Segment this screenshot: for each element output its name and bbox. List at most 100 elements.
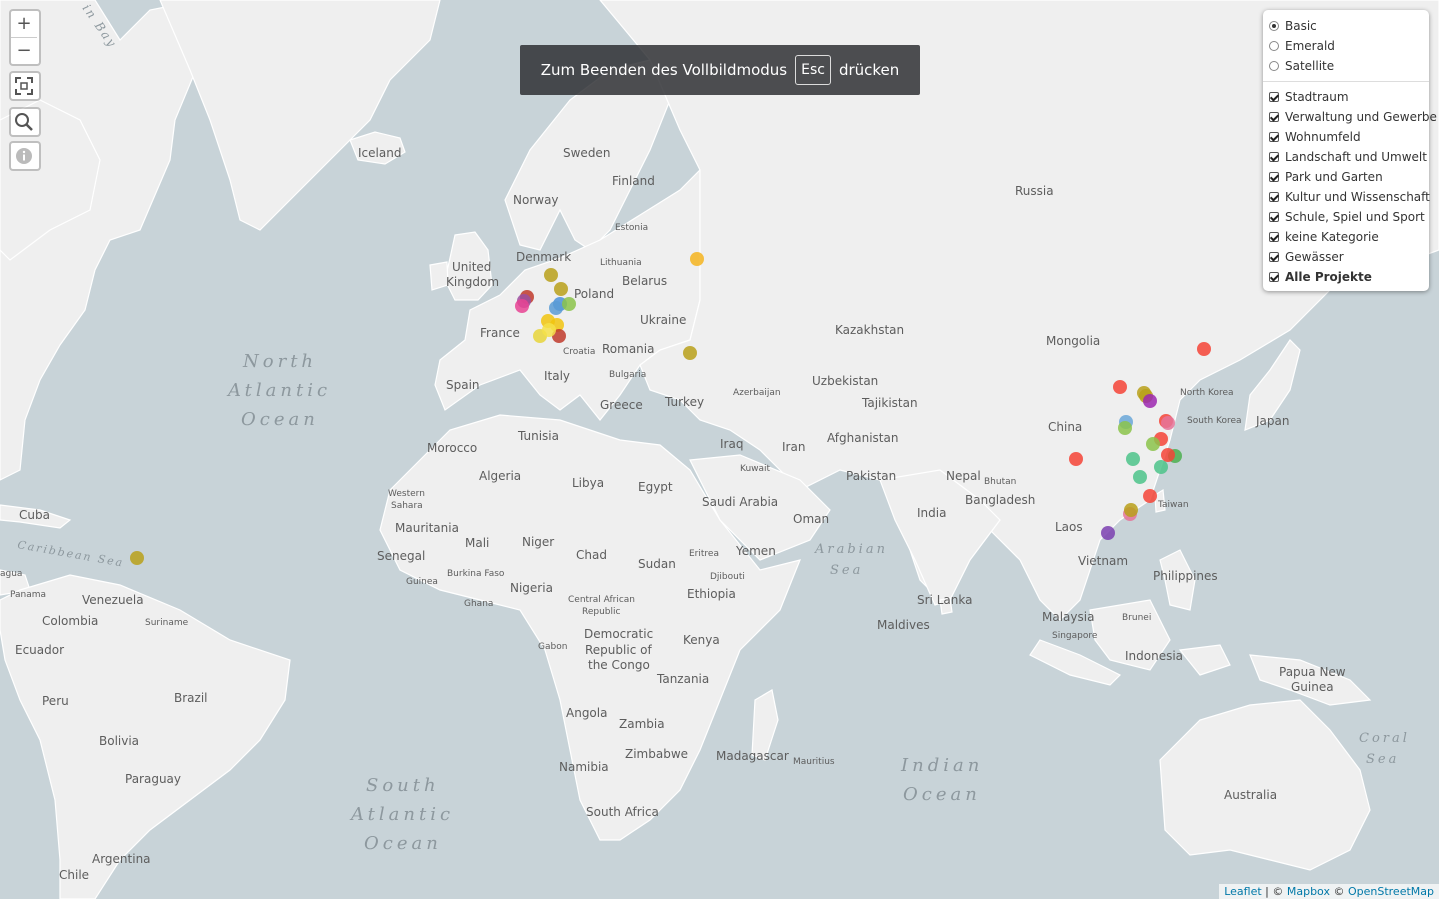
overlay-layer-4[interactable]: Park und Garten <box>1263 167 1429 187</box>
label-algeria: Algeria <box>479 469 521 483</box>
osm-link[interactable]: OpenStreetMap <box>1348 885 1434 898</box>
overlay-layer-3[interactable]: Landschaft und Umwelt <box>1263 147 1429 167</box>
world-map[interactable]: Iceland Sweden Finland Norway Russia Est… <box>0 0 1439 899</box>
project-marker[interactable] <box>1143 489 1157 503</box>
checkbox[interactable] <box>1269 252 1279 262</box>
project-marker[interactable] <box>515 299 529 313</box>
search-control <box>9 107 41 137</box>
radio-button[interactable] <box>1269 21 1279 31</box>
ocean-coral-2: Sea <box>1366 752 1399 767</box>
project-marker[interactable] <box>1197 342 1211 356</box>
zoom-in-button[interactable]: + <box>11 11 37 37</box>
label-sri-lanka: Sri Lanka <box>917 593 972 607</box>
label-png-1: Papua New <box>1279 665 1346 679</box>
overlay-layer-1[interactable]: Verwaltung und Gewerbe <box>1263 107 1437 127</box>
checkbox[interactable] <box>1269 112 1279 122</box>
project-marker[interactable] <box>1161 448 1175 462</box>
label-morocco: Morocco <box>427 441 477 455</box>
project-marker[interactable] <box>1126 452 1140 466</box>
checkbox[interactable] <box>1269 132 1279 142</box>
label-spain: Spain <box>446 378 480 392</box>
info-control <box>9 141 41 171</box>
project-marker[interactable] <box>544 268 558 282</box>
checkbox[interactable] <box>1269 212 1279 222</box>
label-chile: Chile <box>59 868 89 882</box>
info-icon <box>16 148 32 164</box>
project-marker[interactable] <box>683 346 697 360</box>
layer-label: Stadtraum <box>1285 90 1349 104</box>
project-marker[interactable] <box>1069 452 1083 466</box>
label-india: India <box>917 506 946 520</box>
label-senegal: Senegal <box>377 549 425 563</box>
project-marker[interactable] <box>562 297 576 311</box>
checkbox[interactable] <box>1269 232 1279 242</box>
project-marker[interactable] <box>1113 380 1127 394</box>
checkbox[interactable] <box>1269 192 1279 202</box>
project-marker[interactable] <box>690 252 704 266</box>
esc-key-badge: Esc <box>795 55 831 85</box>
overlay-layer-2[interactable]: Wohnumfeld <box>1263 127 1429 147</box>
label-laos: Laos <box>1055 520 1083 534</box>
label-suriname: Suriname <box>145 618 189 628</box>
label-venezuela: Venezuela <box>82 593 144 607</box>
zoom-out-button[interactable]: − <box>11 37 37 64</box>
project-marker[interactable] <box>1101 526 1115 540</box>
search-button[interactable] <box>11 109 37 135</box>
overlay-layer-6[interactable]: Schule, Spiel und Sport <box>1263 207 1429 227</box>
label-tanzania: Tanzania <box>656 672 709 686</box>
label-russia: Russia <box>1015 184 1054 198</box>
base-layer-satellite[interactable]: Satellite <box>1263 56 1429 76</box>
project-marker[interactable] <box>1133 470 1147 484</box>
mapbox-link[interactable]: Mapbox <box>1287 885 1330 898</box>
checkbox[interactable] <box>1269 172 1279 182</box>
label-nepal: Nepal <box>946 469 981 483</box>
overlay-layer-7[interactable]: keine Kategorie <box>1263 227 1429 247</box>
ocean-north-atlantic-3: Ocean <box>241 409 319 430</box>
project-marker[interactable] <box>1146 437 1160 451</box>
checkbox[interactable] <box>1269 152 1279 162</box>
leaflet-link[interactable]: Leaflet <box>1224 885 1261 898</box>
attribution: Leaflet | © Mapbox © OpenStreetMap <box>1219 884 1439 899</box>
overlay-layer-0[interactable]: Stadtraum <box>1263 87 1429 107</box>
ocean-south-atlantic-1: South <box>366 775 440 796</box>
layer-label: Kultur und Wissenschaft <box>1285 190 1430 204</box>
project-marker[interactable] <box>1161 416 1175 430</box>
label-bangladesh: Bangladesh <box>965 493 1035 507</box>
label-poland: Poland <box>574 287 614 301</box>
info-button[interactable] <box>11 143 37 169</box>
label-australia: Australia <box>1224 788 1277 802</box>
label-car-1: Central African <box>568 595 635 605</box>
project-marker[interactable] <box>1118 421 1132 435</box>
label-taiwan: Taiwan <box>1157 500 1189 510</box>
label-lithuania: Lithuania <box>600 258 642 268</box>
fullscreen-button[interactable] <box>11 73 37 99</box>
label-uzbekistan: Uzbekistan <box>812 374 878 388</box>
project-marker[interactable] <box>130 551 144 565</box>
fullscreen-notice-before: Zum Beenden des Vollbildmodus <box>540 61 788 79</box>
layer-label: Wohnumfeld <box>1285 130 1361 144</box>
label-paraguay: Paraguay <box>125 772 181 786</box>
checkbox[interactable] <box>1269 272 1279 282</box>
label-ukraine: Ukraine <box>640 313 686 327</box>
project-marker[interactable] <box>549 301 563 315</box>
project-marker[interactable] <box>554 282 568 296</box>
label-oman: Oman <box>793 512 829 526</box>
project-marker[interactable] <box>1143 394 1157 408</box>
overlay-layer-9[interactable]: Alle Projekte <box>1263 267 1429 287</box>
label-brazil: Brazil <box>174 691 208 705</box>
overlay-layer-5[interactable]: Kultur und Wissenschaft <box>1263 187 1430 207</box>
radio-button[interactable] <box>1269 61 1279 71</box>
base-layer-basic[interactable]: Basic <box>1263 16 1429 36</box>
project-marker[interactable] <box>542 323 556 337</box>
label-pakistan: Pakistan <box>846 469 896 483</box>
project-marker[interactable] <box>1154 460 1168 474</box>
overlay-layer-8[interactable]: Gewässer <box>1263 247 1429 267</box>
base-layer-emerald[interactable]: Emerald <box>1263 36 1429 56</box>
project-marker[interactable] <box>1124 503 1138 517</box>
checkbox[interactable] <box>1269 92 1279 102</box>
label-sweden: Sweden <box>563 146 610 160</box>
layer-label: Basic <box>1285 19 1317 33</box>
label-vietnam: Vietnam <box>1078 554 1128 568</box>
label-norway: Norway <box>513 193 559 207</box>
radio-button[interactable] <box>1269 41 1279 51</box>
